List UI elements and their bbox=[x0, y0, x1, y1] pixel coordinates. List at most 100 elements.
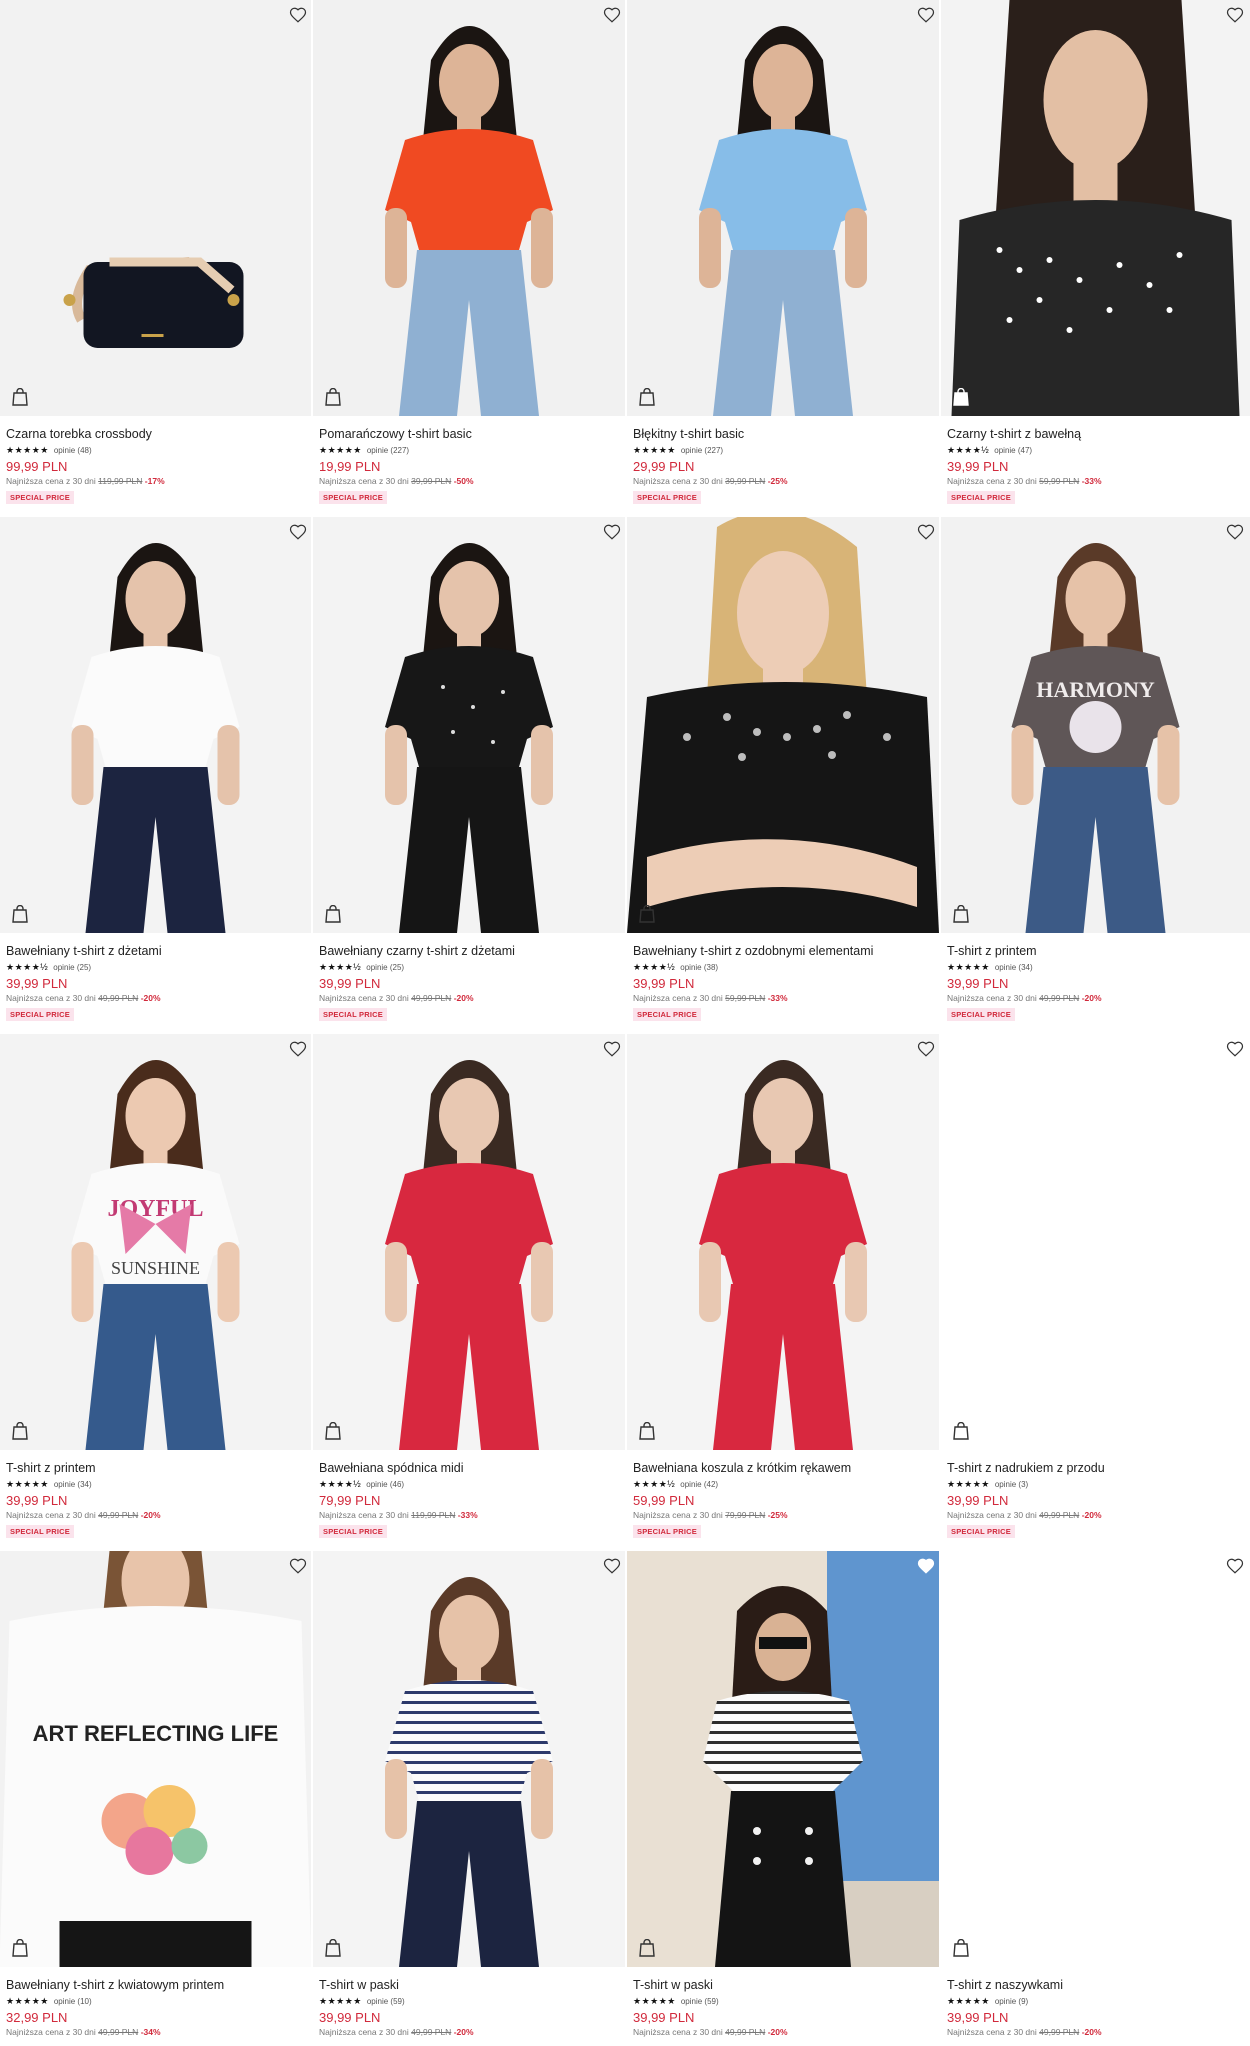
product-name[interactable]: Bawełniany czarny t-shirt z dżetami bbox=[319, 943, 623, 959]
add-to-cart-bag-icon[interactable] bbox=[325, 388, 341, 406]
discount-percent: -20% bbox=[1081, 2027, 1102, 2037]
product-name[interactable]: T-shirt w paski bbox=[633, 1977, 937, 1993]
add-to-cart-bag-icon[interactable] bbox=[953, 1939, 969, 1957]
product-info: Błękitny t-shirt basic ★★★★★ opinie (227… bbox=[633, 426, 937, 505]
product-name[interactable]: T-shirt z nadrukiem z przodu bbox=[947, 1460, 1246, 1476]
wishlist-heart-icon[interactable] bbox=[917, 1557, 935, 1575]
add-to-cart-bag-icon[interactable] bbox=[325, 1939, 341, 1957]
product-name[interactable]: Bawełniana spódnica midi bbox=[319, 1460, 623, 1476]
wishlist-heart-icon[interactable] bbox=[917, 6, 935, 24]
wishlist-heart-icon[interactable] bbox=[917, 523, 935, 541]
wishlist-heart-icon[interactable] bbox=[289, 523, 307, 541]
lowest-price-info: Najniższa cena z 30 dni 49,99 PLN -20% bbox=[947, 1509, 1246, 1521]
product-image[interactable] bbox=[941, 0, 1250, 416]
product-card[interactable]: Czarna torebka crossbody ★★★★★ opinie (4… bbox=[0, 0, 313, 517]
wishlist-heart-icon[interactable] bbox=[917, 1040, 935, 1058]
product-card[interactable]: HARMONY T-shirt z printem ★★★★★ opinie (… bbox=[941, 517, 1250, 1034]
product-card[interactable]: JOYFUL SUNSHINE T-shirt z printem ★★★★★ o… bbox=[0, 1034, 313, 1551]
product-image[interactable] bbox=[0, 517, 311, 933]
product-name[interactable]: Bawełniany t-shirt z ozdobnymi elementam… bbox=[633, 943, 937, 959]
wishlist-heart-icon[interactable] bbox=[289, 6, 307, 24]
add-to-cart-bag-icon[interactable] bbox=[12, 1422, 28, 1440]
discount-percent: -20% bbox=[453, 2027, 474, 2037]
old-price: 59,99 PLN bbox=[1039, 476, 1080, 486]
product-card[interactable]: T-shirt z nadrukiem z przodu ★★★★★ opini… bbox=[941, 1034, 1250, 1551]
wishlist-heart-icon[interactable] bbox=[1226, 523, 1244, 541]
product-price: 39,99 PLN bbox=[633, 976, 695, 991]
wishlist-heart-icon[interactable] bbox=[1226, 1040, 1244, 1058]
product-name[interactable]: Pomarańczowy t-shirt basic bbox=[319, 426, 623, 442]
product-image[interactable] bbox=[941, 1034, 1250, 1450]
review-count: opinie (48) bbox=[53, 445, 92, 455]
product-image[interactable] bbox=[941, 1551, 1250, 1967]
product-name[interactable]: Bawełniany t-shirt z kwiatowym printem bbox=[6, 1977, 309, 1993]
product-card[interactable]: Bawełniany czarny t-shirt z dżetami ★★★★… bbox=[313, 517, 627, 1034]
product-image[interactable] bbox=[627, 1551, 939, 1967]
old-price: 49,99 PLN bbox=[411, 993, 452, 1003]
product-image[interactable] bbox=[313, 1034, 625, 1450]
product-card[interactable]: Czarny t-shirt z bawełną ★★★★½ opinie (4… bbox=[941, 0, 1250, 517]
wishlist-heart-icon[interactable] bbox=[603, 6, 621, 24]
add-to-cart-bag-icon[interactable] bbox=[953, 1422, 969, 1440]
special-price-badge: SPECIAL PRICE bbox=[947, 491, 1015, 504]
special-price-badge: SPECIAL PRICE bbox=[947, 1525, 1015, 1538]
product-name[interactable]: Błękitny t-shirt basic bbox=[633, 426, 937, 442]
product-name[interactable]: Czarny t-shirt z bawełną bbox=[947, 426, 1246, 442]
wishlist-heart-icon[interactable] bbox=[603, 1557, 621, 1575]
product-card[interactable]: Bawełniany t-shirt z dżetami ★★★★½ opini… bbox=[0, 517, 313, 1034]
add-to-cart-bag-icon[interactable] bbox=[639, 905, 655, 923]
product-name[interactable]: Bawełniana koszula z krótkim rękawem bbox=[633, 1460, 937, 1476]
product-image[interactable]: HARMONY bbox=[941, 517, 1250, 933]
product-image[interactable]: ART REFLECTING LIFE bbox=[0, 1551, 311, 1967]
product-card[interactable]: T-shirt w paski ★★★★★ opinie (59) 39,99 … bbox=[627, 1551, 941, 2046]
rating: ★★★★★ opinie (34) bbox=[947, 961, 1246, 973]
product-image[interactable] bbox=[627, 517, 939, 933]
product-name[interactable]: Czarna torebka crossbody bbox=[6, 426, 309, 442]
product-info: Czarna torebka crossbody ★★★★★ opinie (4… bbox=[6, 426, 309, 505]
product-name[interactable]: T-shirt z printem bbox=[947, 943, 1246, 959]
old-price: 49,99 PLN bbox=[1039, 993, 1080, 1003]
add-to-cart-bag-icon[interactable] bbox=[953, 388, 969, 406]
add-to-cart-bag-icon[interactable] bbox=[953, 905, 969, 923]
wishlist-heart-icon[interactable] bbox=[603, 523, 621, 541]
add-to-cart-bag-icon[interactable] bbox=[325, 905, 341, 923]
add-to-cart-bag-icon[interactable] bbox=[639, 388, 655, 406]
product-card[interactable]: T-shirt z naszywkami ★★★★★ opinie (9) 39… bbox=[941, 1551, 1250, 2046]
wishlist-heart-icon[interactable] bbox=[289, 1040, 307, 1058]
lowest-price-label: Najniższa cena z 30 dni bbox=[633, 476, 723, 486]
add-to-cart-bag-icon[interactable] bbox=[12, 905, 28, 923]
rating: ★★★★★ opinie (34) bbox=[6, 1478, 309, 1490]
product-card[interactable]: Bawełniany t-shirt z ozdobnymi elementam… bbox=[627, 517, 941, 1034]
product-card[interactable]: Bawełniana spódnica midi ★★★★½ opinie (4… bbox=[313, 1034, 627, 1551]
product-card[interactable]: Bawełniana koszula z krótkim rękawem ★★★… bbox=[627, 1034, 941, 1551]
product-card[interactable]: Pomarańczowy t-shirt basic ★★★★★ opinie … bbox=[313, 0, 627, 517]
product-image[interactable] bbox=[0, 0, 311, 416]
add-to-cart-bag-icon[interactable] bbox=[639, 1939, 655, 1957]
product-name[interactable]: T-shirt z naszywkami bbox=[947, 1977, 1246, 1993]
product-name[interactable]: T-shirt z printem bbox=[6, 1460, 309, 1476]
special-price-badge: SPECIAL PRICE bbox=[6, 491, 74, 504]
wishlist-heart-icon[interactable] bbox=[289, 1557, 307, 1575]
add-to-cart-bag-icon[interactable] bbox=[325, 1422, 341, 1440]
product-image[interactable] bbox=[313, 1551, 625, 1967]
product-card[interactable]: T-shirt w paski ★★★★★ opinie (59) 39,99 … bbox=[313, 1551, 627, 2046]
product-name[interactable]: Bawełniany t-shirt z dżetami bbox=[6, 943, 309, 959]
add-to-cart-bag-icon[interactable] bbox=[12, 388, 28, 406]
product-image[interactable]: JOYFUL SUNSHINE bbox=[0, 1034, 311, 1450]
product-image[interactable] bbox=[627, 0, 939, 416]
product-name[interactable]: T-shirt w paski bbox=[319, 1977, 623, 1993]
discount-percent: -20% bbox=[453, 993, 474, 1003]
product-card[interactable]: Błękitny t-shirt basic ★★★★★ opinie (227… bbox=[627, 0, 941, 517]
add-to-cart-bag-icon[interactable] bbox=[639, 1422, 655, 1440]
old-price: 49,99 PLN bbox=[98, 1510, 139, 1520]
wishlist-heart-icon[interactable] bbox=[1226, 6, 1244, 24]
product-image[interactable] bbox=[313, 0, 625, 416]
product-image[interactable] bbox=[313, 517, 625, 933]
lowest-price-info: Najniższa cena z 30 dni 49,99 PLN -20% bbox=[319, 992, 623, 1004]
review-count: opinie (227) bbox=[680, 445, 724, 455]
product-card[interactable]: ART REFLECTING LIFE Bawełniany t-shirt z… bbox=[0, 1551, 313, 2046]
product-image[interactable] bbox=[627, 1034, 939, 1450]
wishlist-heart-icon[interactable] bbox=[1226, 1557, 1244, 1575]
wishlist-heart-icon[interactable] bbox=[603, 1040, 621, 1058]
add-to-cart-bag-icon[interactable] bbox=[12, 1939, 28, 1957]
